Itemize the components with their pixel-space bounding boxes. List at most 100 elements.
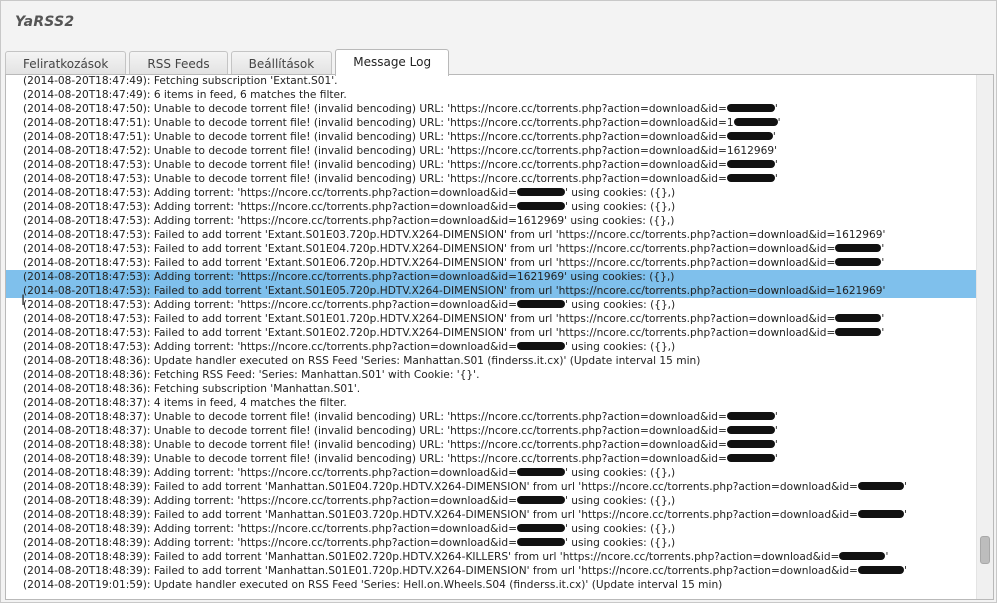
log-line-suffix: ': [881, 257, 885, 269]
log-line[interactable]: (2014-08-20T18:47:53): Adding torrent: '…: [6, 270, 976, 284]
log-line[interactable]: (2014-08-20T18:48:36): Fetching RSS Feed…: [6, 368, 976, 382]
text-cursor-icon: I: [21, 293, 26, 309]
log-line-suffix: ': [774, 173, 778, 185]
log-line[interactable]: (2014-08-20T18:47:53): Failed to add tor…: [6, 312, 976, 326]
log-line-text: (2014-08-20T18:47:53): Adding torrent: '…: [23, 187, 517, 199]
log-line-text: (2014-08-20T18:48:39): Failed to add tor…: [23, 551, 840, 563]
log-line-text: (2014-08-20T18:47:53): Adding torrent: '…: [23, 299, 517, 311]
log-line[interactable]: (2014-08-20T18:47:53): Failed to add tor…: [6, 326, 976, 340]
redaction-mark: [726, 454, 775, 462]
log-line[interactable]: (2014-08-20T18:47:53): Unable to decode …: [6, 172, 976, 186]
log-line-suffix: ' using cookies: ({},): [564, 495, 676, 507]
log-line-text: (2014-08-20T18:47:53): Adding torrent: '…: [23, 201, 517, 213]
log-line[interactable]: (2014-08-20T18:47:52): Unable to decode …: [6, 144, 976, 158]
tab-beállítások[interactable]: Beállítások: [230, 51, 333, 75]
redaction-mark: [835, 328, 882, 336]
log-line[interactable]: (2014-08-20T18:48:39): Adding torrent: '…: [6, 522, 976, 536]
redaction-mark: [733, 118, 778, 126]
log-line-text: (2014-08-20T18:48:36): Fetching subscrip…: [23, 383, 361, 395]
log-line-text: (2014-08-20T18:48:39): Failed to add tor…: [23, 509, 858, 521]
redaction-mark: [726, 160, 775, 168]
log-line-suffix: ': [774, 453, 778, 465]
log-line[interactable]: (2014-08-20T18:48:39): Unable to decode …: [6, 452, 976, 466]
redaction-mark: [726, 426, 775, 434]
message-log[interactable]: (2014-08-20T18:47:49): Fetching subscrip…: [6, 75, 976, 599]
message-log-panel: (2014-08-20T18:47:49): Fetching subscrip…: [5, 74, 994, 600]
log-line[interactable]: (2014-08-20T18:48:36): Update handler ex…: [6, 354, 976, 368]
log-line-text: (2014-08-20T18:47:53): Adding torrent: '…: [23, 271, 675, 283]
redaction-mark: [516, 538, 565, 546]
log-line[interactable]: (2014-08-20T19:01:59): Update handler ex…: [6, 578, 976, 592]
redaction-mark: [839, 552, 886, 560]
log-line[interactable]: (2014-08-20T18:48:39): Failed to add tor…: [6, 508, 976, 522]
log-line[interactable]: (2014-08-20T18:47:51): Unable to decode …: [6, 130, 976, 144]
log-line-suffix: ' using cookies: ({},): [564, 523, 676, 535]
redaction-mark: [516, 300, 565, 308]
log-line[interactable]: (2014-08-20T18:47:49): Fetching subscrip…: [6, 75, 976, 88]
log-line[interactable]: (2014-08-20T18:47:53): Failed to add tor…: [6, 242, 976, 256]
log-line-text: (2014-08-20T18:47:53): Failed to add tor…: [23, 327, 836, 339]
log-line-text: (2014-08-20T18:47:53): Unable to decode …: [23, 173, 727, 185]
log-line-text: (2014-08-20T18:48:39): Unable to decode …: [23, 453, 727, 465]
log-line-text: (2014-08-20T18:47:53): Failed to add tor…: [23, 257, 836, 269]
log-line[interactable]: (2014-08-20T18:47:53): Adding torrent: '…: [6, 200, 976, 214]
log-line[interactable]: (2014-08-20T18:48:39): Failed to add tor…: [6, 550, 976, 564]
log-line[interactable]: (2014-08-20T18:47:53): Adding torrent: '…: [6, 298, 976, 312]
log-line[interactable]: (2014-08-20T18:48:39): Failed to add tor…: [6, 480, 976, 494]
tab-message-log[interactable]: Message Log: [335, 49, 450, 76]
log-line-text: (2014-08-20T18:48:39): Failed to add tor…: [23, 481, 858, 493]
log-line[interactable]: (2014-08-20T18:47:53): Failed to add tor…: [6, 284, 976, 298]
scrollbar-thumb[interactable]: [980, 536, 990, 564]
redaction-mark: [726, 132, 773, 140]
redaction-mark: [835, 244, 882, 252]
log-line[interactable]: (2014-08-20T18:48:37): 4 items in feed, …: [6, 396, 976, 410]
log-line-suffix: ': [881, 243, 885, 255]
log-line[interactable]: (2014-08-20T18:47:53): Adding torrent: '…: [6, 340, 976, 354]
log-line-suffix: ' using cookies: ({},): [564, 299, 676, 311]
log-line[interactable]: (2014-08-20T18:47:53): Adding torrent: '…: [6, 214, 976, 228]
tab-bar: Feliratkozások RSS Feeds Beállítások Messag…: [5, 49, 452, 76]
log-line-suffix: ' using cookies: ({},): [564, 201, 676, 213]
app-window: YaRSS2 Feliratkozások RSS Feeds Beállításo…: [0, 0, 997, 603]
vertical-scrollbar[interactable]: [976, 75, 993, 599]
log-line[interactable]: (2014-08-20T18:47:51): Unable to decode …: [6, 116, 976, 130]
log-line-suffix: ' using cookies: ({},): [564, 341, 676, 353]
log-line-text: (2014-08-20T18:47:51): Unable to decode …: [23, 131, 727, 143]
log-line[interactable]: (2014-08-20T18:48:36): Fetching subscrip…: [6, 382, 976, 396]
redaction-mark: [835, 314, 882, 322]
log-line[interactable]: (2014-08-20T18:48:39): Adding torrent: '…: [6, 536, 976, 550]
log-line[interactable]: (2014-08-20T18:47:53): Failed to add tor…: [6, 228, 976, 242]
log-line[interactable]: (2014-08-20T18:48:37): Unable to decode …: [6, 410, 976, 424]
redaction-mark: [857, 510, 904, 518]
log-line-text: (2014-08-20T18:48:37): Unable to decode …: [23, 411, 727, 423]
log-line-suffix: ' using cookies: ({},): [564, 537, 676, 549]
redaction-mark: [857, 566, 904, 574]
redaction-mark: [516, 524, 565, 532]
log-line[interactable]: (2014-08-20T18:48:38): Unable to decode …: [6, 438, 976, 452]
log-line-text: (2014-08-20T18:47:53): Failed to add tor…: [23, 229, 886, 241]
log-line-text: (2014-08-20T18:48:39): Adding torrent: '…: [23, 537, 517, 549]
log-line[interactable]: (2014-08-20T18:48:39): Adding torrent: '…: [6, 466, 976, 480]
log-line[interactable]: (2014-08-20T18:48:37): Unable to decode …: [6, 424, 976, 438]
log-line[interactable]: (2014-08-20T18:47:49): 6 items in feed, …: [6, 88, 976, 102]
redaction-mark: [516, 496, 565, 504]
tab-feliratkozások[interactable]: Feliratkozások: [5, 51, 127, 75]
redaction-mark: [516, 202, 565, 210]
log-line[interactable]: (2014-08-20T18:47:53): Adding torrent: '…: [6, 186, 976, 200]
tab-rss-feeds[interactable]: RSS Feeds: [129, 51, 228, 75]
log-line-text: (2014-08-20T18:48:37): 4 items in feed, …: [23, 397, 347, 409]
log-line-suffix: ': [774, 411, 778, 423]
log-line[interactable]: (2014-08-20T18:47:50): Unable to decode …: [6, 102, 976, 116]
log-line-text: (2014-08-20T18:47:49): 6 items in feed, …: [23, 89, 347, 101]
log-line-text: (2014-08-20T18:47:50): Unable to decode …: [23, 103, 727, 115]
log-line[interactable]: (2014-08-20T18:47:53): Unable to decode …: [6, 158, 976, 172]
log-line[interactable]: (2014-08-20T18:48:39): Failed to add tor…: [6, 564, 976, 578]
log-line-suffix: ': [772, 131, 776, 143]
log-line[interactable]: (2014-08-20T18:47:53): Failed to add tor…: [6, 256, 976, 270]
log-line-suffix: ': [777, 117, 781, 129]
log-line-text: (2014-08-20T18:48:37): Unable to decode …: [23, 425, 727, 437]
redaction-mark: [726, 174, 775, 182]
log-line[interactable]: (2014-08-20T18:48:39): Adding torrent: '…: [6, 494, 976, 508]
app-title: YaRSS2: [15, 14, 75, 30]
redaction-mark: [857, 482, 904, 490]
